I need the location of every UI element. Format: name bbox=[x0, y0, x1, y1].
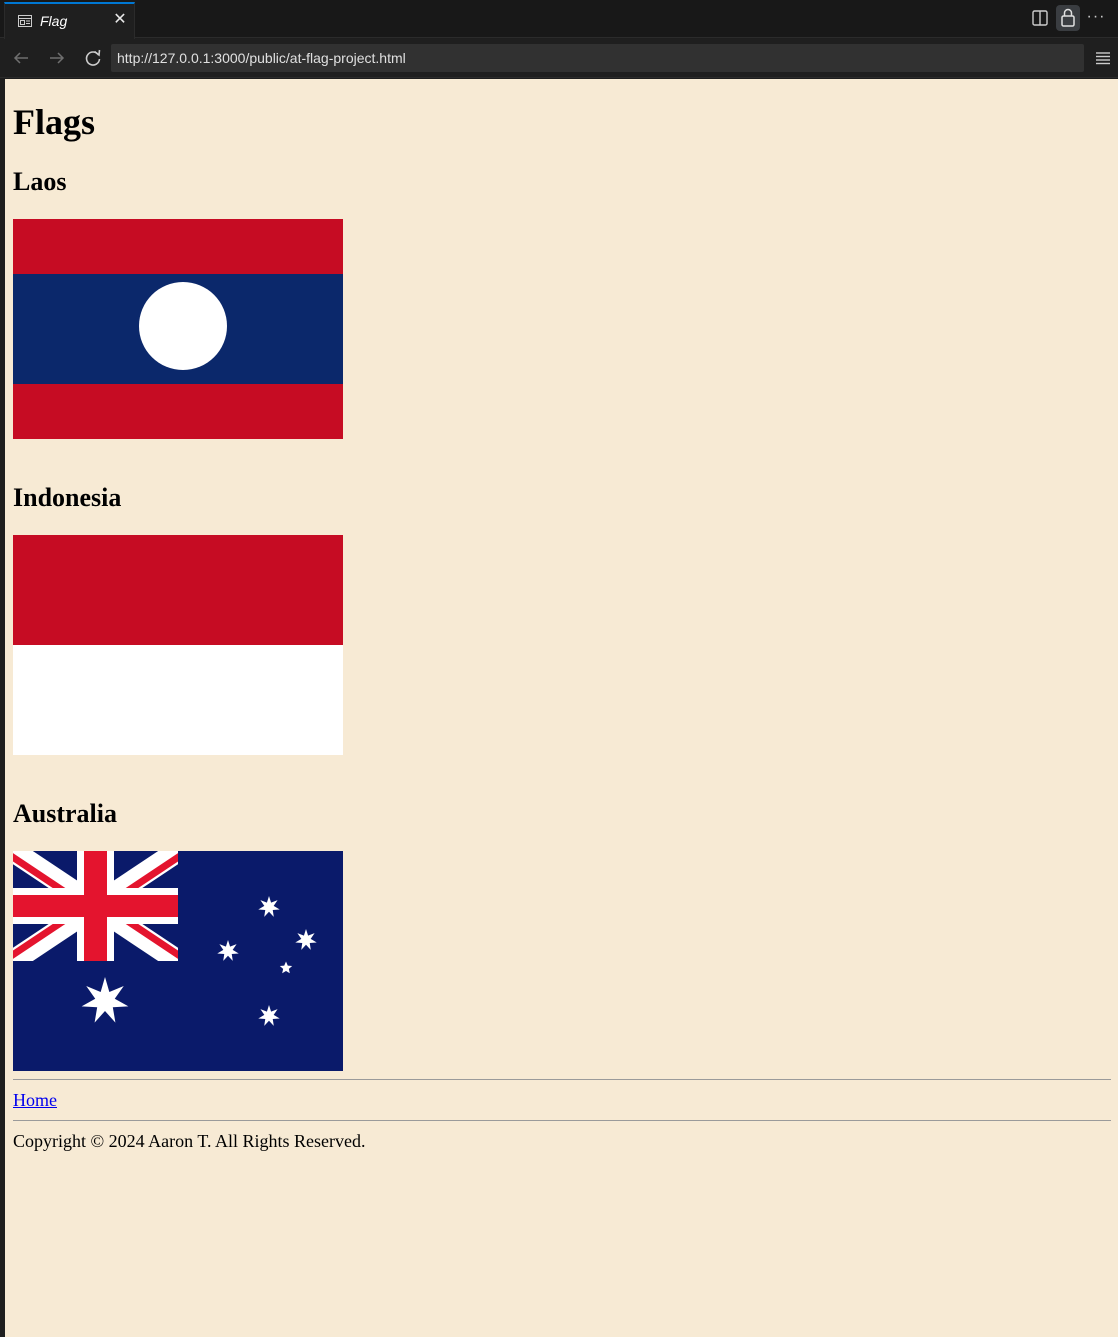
copyright-text: Copyright © 2024 Aaron T. All Rights Res… bbox=[13, 1131, 366, 1151]
forward-arrow-icon[interactable] bbox=[46, 47, 68, 69]
laos-flag bbox=[13, 219, 343, 439]
browser-tab[interactable]: Flag ✕ bbox=[4, 2, 135, 39]
tab-title: Flag bbox=[40, 13, 68, 29]
reload-icon[interactable] bbox=[82, 47, 104, 69]
hamburger-menu-icon[interactable] bbox=[1093, 48, 1113, 68]
close-tab-icon[interactable]: ✕ bbox=[112, 12, 128, 28]
footer-divider-top bbox=[13, 1079, 1111, 1080]
page-title: Flags bbox=[13, 102, 96, 142]
country-heading-australia: Australia bbox=[13, 799, 117, 828]
australia-flag bbox=[13, 851, 343, 1071]
url-text: http://127.0.0.1:3000/public/at-flag-pro… bbox=[117, 50, 406, 66]
home-link[interactable]: Home bbox=[13, 1090, 57, 1110]
split-editor-icon[interactable] bbox=[1030, 8, 1050, 28]
tab-bar: Flag ✕ ··· bbox=[0, 0, 1118, 39]
indonesia-flag bbox=[13, 535, 343, 755]
navigation-bar: http://127.0.0.1:3000/public/at-flag-pro… bbox=[0, 39, 1118, 78]
country-heading-indonesia: Indonesia bbox=[13, 483, 122, 512]
footer-divider-bottom bbox=[13, 1120, 1111, 1121]
page-icon bbox=[18, 15, 32, 27]
back-arrow-icon[interactable] bbox=[10, 47, 32, 69]
lock-icon[interactable] bbox=[1056, 5, 1080, 31]
address-bar[interactable]: http://127.0.0.1:3000/public/at-flag-pro… bbox=[111, 44, 1084, 72]
country-heading-laos: Laos bbox=[13, 167, 67, 196]
page-viewport: Flags Laos Indonesia Australia Home Copy… bbox=[5, 79, 1118, 1337]
more-actions-icon[interactable]: ··· bbox=[1086, 8, 1106, 28]
